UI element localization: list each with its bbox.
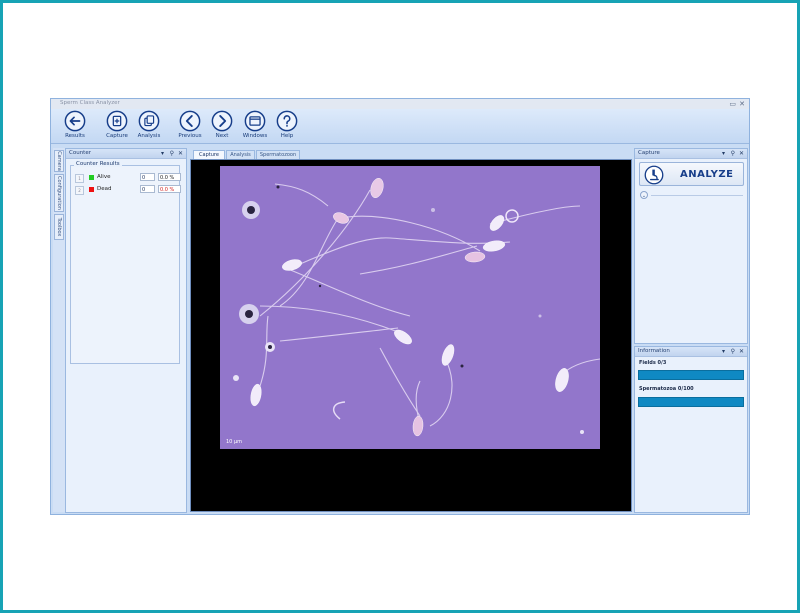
help-icon [276, 110, 298, 132]
divider [651, 195, 743, 196]
chevron-right-icon [211, 110, 233, 132]
capture-icon [106, 110, 128, 132]
tab-configuration[interactable]: Configuration [54, 174, 64, 212]
dead-color-swatch [89, 187, 94, 192]
close-icon[interactable]: ✕ [178, 149, 183, 158]
capture-viewer[interactable]: 10 µm [190, 159, 632, 512]
row-index: 1 [75, 174, 84, 183]
pin-icon[interactable]: ⚲ [731, 347, 735, 356]
scale-bar-label: 10 µm [226, 439, 242, 445]
side-tab-strip: Camera Configuration Toolbox [53, 148, 65, 512]
capture-panel-title: Capture [638, 150, 660, 156]
row-index: 2 [75, 186, 84, 195]
chevron-down-icon[interactable]: ⌄ [640, 191, 648, 199]
pin-icon[interactable]: ⚲ [731, 149, 735, 158]
restore-icon[interactable]: ▭ [729, 99, 736, 109]
spermatozoa-label: Spermatozoa 0/100 [639, 386, 694, 392]
arrow-left-icon [64, 110, 86, 132]
microscope-image[interactable]: 10 µm [220, 166, 600, 449]
close-icon[interactable]: ✕ [739, 347, 744, 356]
tab-camera[interactable]: Camera [54, 150, 64, 172]
chevron-left-icon [179, 110, 201, 132]
tab-analysis[interactable]: Analysis [226, 150, 255, 159]
help-button[interactable]: Help [269, 110, 305, 142]
counter-results-group: Counter Results 1 Alive 0 0.0 % 2 Dead 0… [70, 161, 181, 364]
results-button[interactable]: Results [57, 110, 93, 142]
pin-icon[interactable]: ⚲ [170, 149, 174, 158]
dead-label: Dead [97, 186, 112, 192]
analysis-icon [138, 110, 160, 132]
window-title: Sperm Class Analyzer [60, 100, 120, 106]
spermatozoa-progress-bar [638, 397, 744, 407]
tab-camera-label: Camera [56, 151, 62, 171]
dead-percent-field[interactable]: 0.0 % [158, 185, 181, 193]
tab-spermatozoon[interactable]: Spermatozoon [256, 150, 300, 159]
results-label: Results [65, 133, 85, 139]
capture-panel: Capture ▾ ⚲ ✕ ANALYZE ⌄ [634, 148, 748, 344]
counter-panel-header: Counter ▾ ⚲ ✕ [66, 149, 186, 159]
counter-panel: Counter ▾ ⚲ ✕ Counter Results 1 Alive 0 … [65, 148, 187, 513]
fields-label: Fields 0/3 [639, 360, 667, 366]
capture-button[interactable]: Capture [99, 110, 135, 142]
alive-label: Alive [97, 174, 111, 180]
help-label: Help [280, 133, 294, 139]
tab-toolbox[interactable]: Toolbox [54, 214, 64, 240]
dead-count-field[interactable]: 0 [140, 185, 155, 193]
close-icon[interactable]: ✕ [739, 99, 745, 109]
tab-spermatozoon-label: Spermatozoon [259, 152, 297, 158]
windows-label: Windows [242, 133, 268, 139]
previous-label: Previous [178, 133, 202, 139]
microscope-icon [644, 165, 664, 185]
analyze-button[interactable]: ANALYZE [639, 162, 744, 186]
tab-toolbox-label: Toolbox [56, 217, 62, 237]
next-button[interactable]: Next [204, 110, 240, 142]
alive-percent-field[interactable]: 0.0 % [158, 173, 181, 181]
windows-button[interactable]: Windows [237, 110, 273, 142]
analysis-button[interactable]: Analysis [131, 110, 167, 142]
analysis-label: Analysis [137, 133, 161, 139]
toolbar: Results Capture Analysis Previous Next W… [51, 109, 749, 144]
panel-menu-icon[interactable]: ▾ [161, 149, 164, 158]
information-panel-header: Information ▾ ⚲ ✕ [635, 347, 747, 357]
tab-capture-label: Capture [199, 152, 219, 158]
alive-color-swatch [89, 175, 94, 180]
close-icon[interactable]: ✕ [739, 149, 744, 158]
tab-capture[interactable]: Capture [193, 150, 225, 159]
previous-button[interactable]: Previous [172, 110, 208, 142]
counter-results-title: Counter Results [74, 161, 122, 167]
alive-count-field[interactable]: 0 [140, 173, 155, 181]
analyze-label: ANALYZE [680, 169, 734, 180]
information-panel-title: Information [638, 348, 670, 354]
capture-panel-header: Capture ▾ ⚲ ✕ [635, 149, 747, 159]
counter-panel-title: Counter [69, 150, 91, 156]
counter-row-dead: 2 Dead 0 0.0 % [75, 185, 181, 195]
windows-icon [244, 110, 266, 132]
capture-label: Capture [106, 133, 128, 139]
counter-row-alive: 1 Alive 0 0.0 % [75, 173, 181, 183]
tab-configuration-label: Configuration [56, 176, 62, 210]
app-window: Sperm Class Analyzer ▭ ✕ Results Capture… [50, 98, 750, 515]
next-label: Next [215, 133, 229, 139]
information-panel: Information ▾ ⚲ ✕ Fields 0/3 Spermatozoa… [634, 346, 748, 513]
fields-progress-bar [638, 370, 744, 380]
panel-menu-icon[interactable]: ▾ [722, 347, 725, 356]
tab-analysis-label: Analysis [230, 152, 251, 158]
panel-menu-icon[interactable]: ▾ [722, 149, 725, 158]
